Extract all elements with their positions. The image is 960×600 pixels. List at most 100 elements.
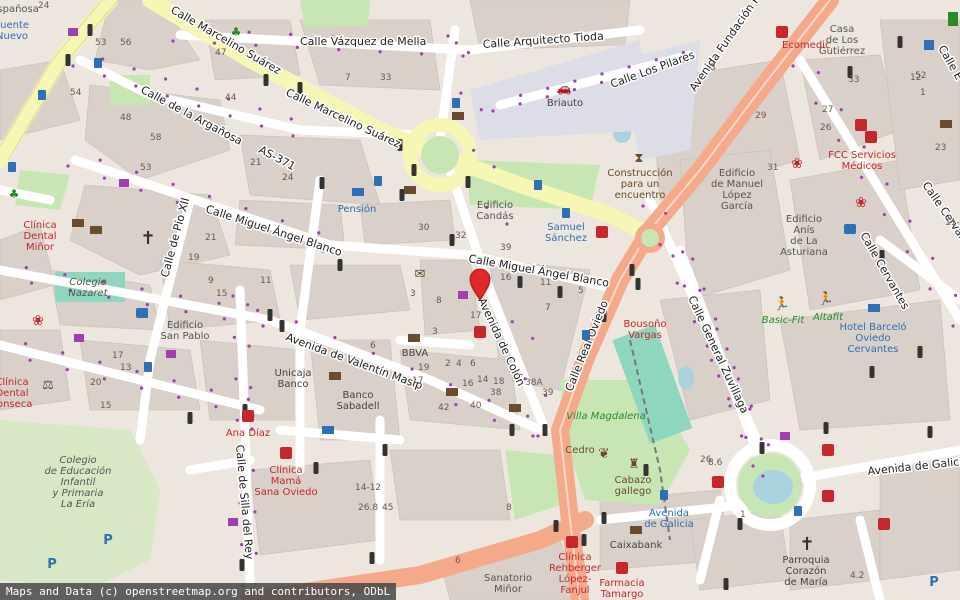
traffic-signal-icon bbox=[65, 54, 71, 66]
playground-icon-2: ♣ bbox=[9, 187, 20, 201]
poi-label-line: Sanatorio bbox=[484, 573, 532, 584]
entrance-dot bbox=[487, 398, 491, 402]
monument-icon: ⧗ bbox=[634, 151, 643, 166]
poi-clinica-fonseca[interactable]: ClínicaDentalFonseca bbox=[0, 376, 32, 410]
house-number: 8 bbox=[506, 503, 512, 513]
house-number: 58 bbox=[150, 133, 162, 143]
post-icon: ✉ bbox=[415, 267, 426, 282]
entrance-dot bbox=[658, 243, 662, 247]
house-number: 44 bbox=[225, 93, 237, 103]
entrance-dot bbox=[882, 213, 887, 217]
house-number: 16 bbox=[462, 379, 474, 389]
poi-label-line: Cervantes bbox=[848, 344, 899, 355]
poi-label-line: Hotel Barceló bbox=[839, 321, 906, 333]
traffic-signal-icon bbox=[313, 462, 319, 474]
poi-cedro[interactable]: Cedro bbox=[565, 445, 595, 456]
house-number: 17 bbox=[412, 376, 423, 386]
poi-caixabank[interactable]: Caixabank bbox=[610, 540, 663, 551]
poi-bousono-vargas[interactable]: Bousoño Vargas bbox=[623, 319, 666, 341]
house-number: 54 bbox=[70, 88, 82, 98]
entrance-dot bbox=[572, 88, 577, 92]
poi-label-line: San Pablo bbox=[161, 331, 210, 342]
poi-unicaja[interactable]: Unicaja Banco bbox=[275, 368, 312, 390]
poi-pension[interactable]: Pensión bbox=[338, 203, 377, 215]
house-number: 16 bbox=[500, 273, 512, 283]
poi-label-line: Sana Oviedo bbox=[254, 487, 317, 498]
entrance-dot bbox=[30, 281, 34, 285]
house-number: 30 bbox=[418, 223, 430, 233]
poi-clinica-minor[interactable]: Clínica Dental Miñor bbox=[23, 219, 56, 253]
entrance-dot bbox=[675, 281, 679, 285]
entrance-dot bbox=[791, 64, 795, 68]
fitness-icon-2: 🏃 bbox=[818, 291, 834, 307]
poi-label-line: Sabadell bbox=[336, 401, 379, 412]
house-number: 27 bbox=[822, 105, 833, 115]
poi-villa-magdalena[interactable]: Villa Magdalena bbox=[566, 411, 645, 422]
poi-label-line: Banco bbox=[278, 379, 309, 390]
poi-label-line: Unicaja bbox=[275, 368, 312, 379]
entrance-dot bbox=[24, 342, 28, 346]
poi-label-line: gallego bbox=[615, 486, 652, 497]
poi-label-line: Nuevo bbox=[0, 31, 28, 42]
house-number: 15 bbox=[216, 289, 227, 299]
traffic-signal-icon bbox=[557, 286, 563, 298]
poi-espanosa[interactable]: Españosa bbox=[0, 4, 39, 15]
poi-avenida-galicia-stop[interactable]: Avenida de Galicia bbox=[644, 508, 694, 530]
entrance-dot bbox=[179, 294, 183, 298]
entrance-dot bbox=[492, 165, 496, 169]
entrance-dot bbox=[244, 207, 248, 211]
poi-samuel-sanchez[interactable]: Samuel Sánchez bbox=[545, 222, 587, 244]
poi-edificio-san-pablo[interactable]: Edificio San Pablo bbox=[161, 320, 210, 342]
entrance-dot bbox=[454, 403, 458, 407]
poi-fuente-nuevo[interactable]: FuenteNuevo bbox=[0, 20, 29, 42]
attribution-bar[interactable]: Maps and Data (c) openstreetmap.org and … bbox=[0, 583, 397, 600]
house-number: 21 bbox=[250, 158, 261, 168]
taxi-icon-2 bbox=[136, 308, 148, 318]
map-svg[interactable]: Calle Vázquez de Mella Calle Arquitecto … bbox=[0, 0, 960, 600]
poi-label-line: Infantil bbox=[61, 477, 96, 488]
poi-sabadell[interactable]: Banco Sabadell bbox=[336, 390, 379, 412]
entrance-dot bbox=[714, 317, 718, 321]
poi-label-line: Construcción bbox=[607, 167, 672, 179]
poi-bbva[interactable]: BBVA bbox=[402, 348, 429, 359]
entrance-dot bbox=[466, 51, 470, 55]
traffic-signal-icon bbox=[87, 24, 93, 36]
entrance-dot bbox=[212, 41, 216, 45]
traffic-signal-icon bbox=[279, 320, 285, 332]
poi-parroquia[interactable]: Parroquia Corazón de María bbox=[782, 555, 829, 588]
poi-label-line: Banco bbox=[343, 390, 374, 401]
entrance-dot bbox=[518, 102, 522, 106]
poi-basic-fit[interactable]: Basic-Fit bbox=[762, 315, 806, 326]
poi-label-line: de Educación bbox=[44, 465, 111, 477]
car-icon: 🚗 bbox=[557, 81, 572, 95]
map-canvas[interactable]: Calle Vázquez de Mella Calle Arquitecto … bbox=[0, 0, 960, 600]
entrance-dot bbox=[291, 134, 295, 138]
house-number: 40 bbox=[470, 401, 482, 411]
entrance-dot bbox=[378, 50, 382, 54]
house-number: 19 bbox=[188, 253, 200, 263]
poi-colegio-nazaret[interactable]: Colegio Nazaret bbox=[68, 277, 108, 299]
house-number: 26.8 bbox=[358, 503, 378, 513]
entrance-dot bbox=[260, 124, 264, 128]
poi-farmacia-tamargo[interactable]: Farmacia Tamargo bbox=[599, 578, 644, 600]
street-vazquez-de-mella: Calle Vázquez de Mella bbox=[300, 35, 426, 48]
hotel-icon bbox=[352, 188, 364, 196]
entrance-dot bbox=[420, 52, 424, 56]
poi-label-line: Clínica bbox=[558, 551, 591, 563]
house-number: 17 bbox=[112, 351, 123, 361]
poi-cabazo-gallego[interactable]: Cabazo gallego bbox=[615, 475, 652, 497]
entrance-dot bbox=[135, 170, 139, 174]
entrance-dot bbox=[472, 148, 476, 152]
entrance-dot bbox=[145, 303, 149, 307]
house-number: 6 bbox=[455, 556, 461, 566]
playground-icon: ♣ bbox=[231, 25, 242, 39]
traffic-signal-icon bbox=[411, 164, 417, 176]
entrance-dot bbox=[337, 48, 341, 52]
poi-label-line: Avenida bbox=[649, 508, 689, 519]
poi-briauto[interactable]: Briauto bbox=[547, 98, 583, 109]
poi-ana-diaz[interactable]: Ana Díaz bbox=[226, 427, 270, 439]
poi-label-line: Nazaret bbox=[68, 288, 108, 299]
poi-edificio-candas[interactable]: Edificio Candás bbox=[476, 200, 513, 222]
house-number: 45 bbox=[382, 503, 393, 513]
entrance-dot bbox=[253, 510, 257, 514]
